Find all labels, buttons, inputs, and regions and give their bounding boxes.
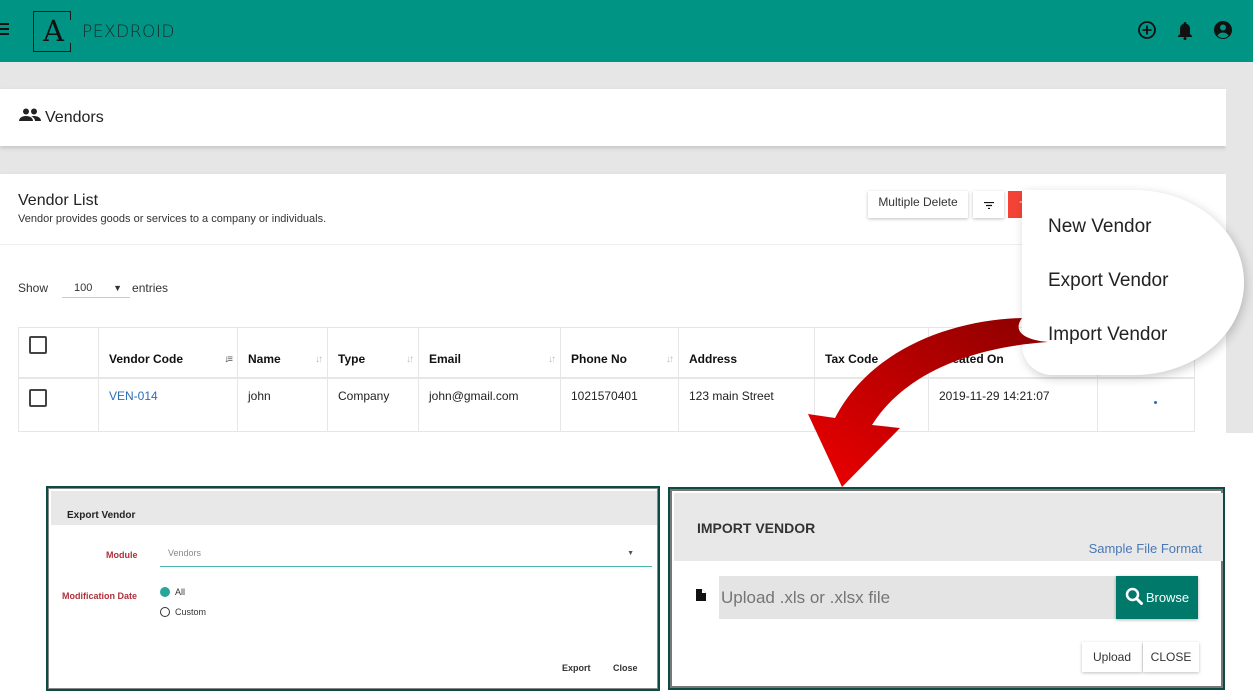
module-label: Module bbox=[106, 550, 138, 560]
modification-date-label: Modification Date bbox=[62, 591, 138, 601]
row-select-cell bbox=[18, 377, 99, 432]
vendor-code-cell: VEN-014 bbox=[98, 377, 238, 432]
type-cell: Company bbox=[327, 377, 419, 432]
top-app-bar: A PEXDROID bbox=[0, 0, 1253, 62]
new-dropdown-menu: New Vendor Export Vendor Import Vendor bbox=[1026, 196, 1226, 358]
menu-item-export-vendor[interactable]: Export Vendor bbox=[1026, 250, 1226, 304]
multiple-delete-button[interactable]: Multiple Delete bbox=[868, 191, 968, 218]
export-vendor-modal: Export Vendor Module Vendors ▼ Modificat… bbox=[46, 486, 660, 691]
radio-all[interactable]: All bbox=[160, 587, 185, 597]
sort-desc-icon[interactable]: ↓≡ bbox=[224, 354, 233, 365]
logo-letter: A bbox=[43, 14, 64, 48]
row-checkbox[interactable] bbox=[29, 388, 47, 407]
export-close-button[interactable]: Close bbox=[613, 663, 638, 673]
column-header[interactable]: Address bbox=[678, 327, 815, 379]
vendor-code-link[interactable]: VEN-014 bbox=[109, 389, 158, 403]
file-icon bbox=[696, 588, 706, 606]
radio-custom[interactable]: Custom bbox=[160, 607, 206, 617]
module-value: Vendors bbox=[168, 548, 202, 558]
address-cell: 123 main Street bbox=[678, 377, 815, 432]
menu-item-import-vendor[interactable]: Import Vendor bbox=[1026, 304, 1226, 358]
upload-button[interactable]: Upload bbox=[1082, 642, 1142, 672]
row-actions-cell bbox=[1097, 377, 1195, 432]
add-circle-icon[interactable] bbox=[1137, 20, 1157, 40]
sample-file-format-link[interactable]: Sample File Format bbox=[1089, 541, 1202, 556]
file-upload-input[interactable] bbox=[719, 576, 1117, 619]
row-actions-icon[interactable] bbox=[1154, 400, 1157, 404]
caret-down-icon: ▼ bbox=[113, 282, 123, 293]
column-header[interactable]: Vendor Code ↓≡ bbox=[98, 327, 238, 379]
import-close-button[interactable]: CLOSE bbox=[1143, 642, 1199, 672]
browse-button[interactable]: Browse bbox=[1116, 576, 1198, 619]
import-vendor-modal: IMPORT VENDOR Sample File Format Browse … bbox=[668, 487, 1225, 690]
column-header[interactable]: Phone No ↓↑ bbox=[560, 327, 679, 379]
column-header[interactable]: Tax Code bbox=[814, 327, 929, 379]
search-icon bbox=[1125, 587, 1143, 608]
entries-select[interactable]: 100 ▼ bbox=[62, 278, 131, 298]
column-header[interactable]: Name ↓↑ bbox=[237, 327, 328, 379]
import-modal-title: IMPORT VENDOR bbox=[697, 520, 816, 536]
radio-selected-icon bbox=[160, 587, 170, 597]
import-modal-header: IMPORT VENDOR Sample File Format bbox=[674, 493, 1223, 561]
module-select[interactable]: Vendors ▼ bbox=[160, 543, 652, 567]
select-all-checkbox[interactable] bbox=[29, 336, 47, 354]
email-cell: john@gmail.com bbox=[418, 377, 561, 432]
menu-icon[interactable] bbox=[0, 23, 10, 37]
phone-cell: 1021570401 bbox=[560, 377, 679, 432]
entries-value: 100 bbox=[74, 281, 93, 294]
column-header[interactable]: Type ↓↑ bbox=[327, 327, 419, 379]
sort-icon[interactable]: ↓↑ bbox=[666, 354, 674, 365]
sort-icon[interactable]: ↓↑ bbox=[406, 354, 414, 365]
show-label: Show bbox=[18, 281, 49, 295]
created-on-cell: 2019-11-29 14:21:07 bbox=[928, 377, 1098, 432]
vendor-table: Vendor Code ↓≡ Name ↓↑ Type ↓↑ Email ↓↑ Phon… bbox=[18, 327, 1195, 432]
name-cell: john bbox=[237, 377, 328, 432]
sort-icon[interactable]: ↓↑ bbox=[315, 354, 323, 365]
entries-label: entries bbox=[132, 281, 169, 295]
page-header-card: Vendors bbox=[0, 89, 1226, 146]
bell-icon[interactable] bbox=[1175, 20, 1195, 40]
apexdroid-logo[interactable]: A PEXDROID bbox=[33, 10, 175, 52]
filter-button[interactable] bbox=[973, 191, 1004, 218]
table-row[interactable]: VEN-014 john Company john@gmail.com 1021… bbox=[18, 377, 1195, 432]
logo-text: PEXDROID bbox=[82, 22, 176, 42]
column-header[interactable]: Email ↓↑ bbox=[418, 327, 561, 379]
export-button[interactable]: Export bbox=[562, 663, 591, 673]
sort-icon[interactable]: ↓↑ bbox=[548, 354, 556, 365]
people-icon bbox=[19, 108, 41, 127]
page-title: Vendors bbox=[45, 108, 104, 126]
export-modal-title: Export Vendor bbox=[67, 510, 136, 521]
vendor-list-subtitle: Vendor provides goods or services to a c… bbox=[18, 213, 327, 225]
menu-item-new-vendor[interactable]: New Vendor bbox=[1026, 196, 1226, 250]
vendor-list-title: Vendor List bbox=[18, 192, 99, 209]
table-header-row: Vendor Code ↓≡ Name ↓↑ Type ↓↑ Email ↓↑ Phon… bbox=[18, 327, 1195, 379]
radio-unselected-icon bbox=[160, 607, 170, 617]
select-all-header bbox=[18, 327, 99, 379]
entries-length-control: Show 100 ▼ entries bbox=[18, 278, 168, 298]
caret-down-icon: ▼ bbox=[627, 550, 634, 557]
export-modal-header: Export Vendor bbox=[51, 491, 657, 525]
account-circle-icon[interactable] bbox=[1213, 20, 1233, 40]
tax-code-cell bbox=[814, 377, 929, 432]
filter-icon bbox=[983, 197, 994, 212]
